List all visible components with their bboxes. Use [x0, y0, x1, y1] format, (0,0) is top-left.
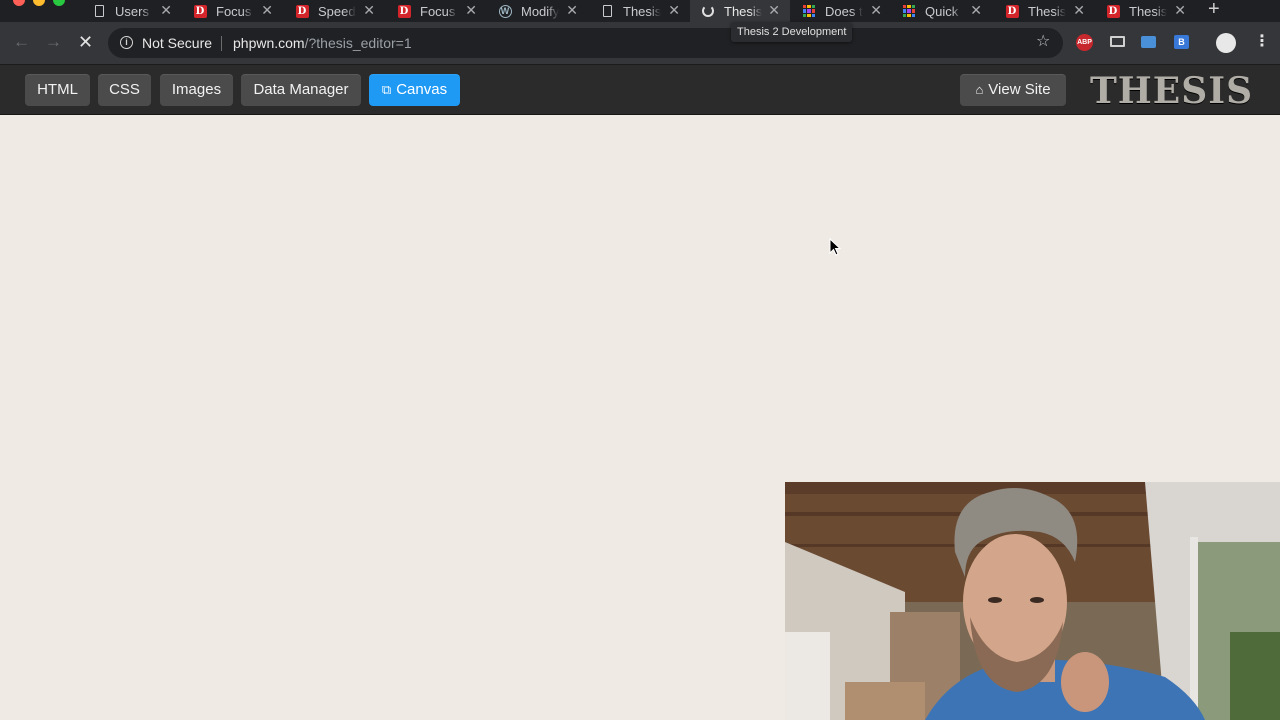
security-label[interactable]: Not Secure — [142, 35, 212, 51]
browser-tab-active[interactable]: Thesis ✕ — [690, 0, 790, 22]
tab-tooltip: Thesis 2 Development — [731, 22, 853, 42]
grid-app-icon — [802, 4, 816, 18]
close-tab-icon[interactable]: ✕ — [1174, 2, 1186, 19]
maximize-window-icon[interactable] — [53, 0, 65, 6]
browser-tab[interactable]: Does t ✕ — [802, 0, 882, 22]
html-button[interactable]: HTML — [25, 74, 90, 106]
external-window-icon: ⧉ — [381, 82, 392, 97]
close-tab-icon[interactable]: ✕ — [668, 2, 680, 19]
d-badge-icon: D — [1106, 4, 1120, 18]
button-label: CSS — [109, 81, 140, 98]
browser-tab[interactable]: D Focus ✕ — [193, 0, 273, 22]
view-site-button[interactable]: ⌂ View Site — [960, 74, 1066, 106]
url-path: /?thesis_editor=1 — [304, 35, 412, 51]
tab-label: Thesis — [1129, 3, 1167, 19]
close-tab-icon[interactable]: ✕ — [1073, 2, 1085, 19]
mouse-cursor-icon — [829, 238, 842, 256]
new-tab-button[interactable]: + — [1208, 0, 1220, 19]
forward-arrow-icon[interactable]: → — [45, 33, 62, 51]
tab-label: Speed — [318, 3, 356, 19]
close-tab-icon[interactable]: ✕ — [261, 2, 273, 19]
thesis-admin-bar: HTML CSS Images Data Manager ⧉ Canvas ⌂ Vi… — [0, 64, 1280, 115]
stop-loading-icon[interactable]: ✕ — [78, 32, 93, 52]
tab-label: Modify — [521, 3, 559, 19]
d-badge-icon: D — [295, 4, 309, 18]
address-bar[interactable]: i Not Secure phpwn.com/?thesis_editor=1 — [108, 28, 1063, 58]
document-icon — [92, 4, 106, 18]
close-tab-icon[interactable]: ✕ — [160, 2, 172, 19]
profile-avatar[interactable] — [1216, 33, 1236, 53]
thesis-logo[interactable]: THESIS — [1090, 72, 1253, 110]
url-text[interactable]: phpwn.com/?thesis_editor=1 — [233, 35, 412, 51]
close-tab-icon[interactable]: ✕ — [970, 2, 982, 19]
button-label: Images — [171, 81, 222, 98]
tab-label: Thesis — [623, 3, 661, 19]
camera-icon[interactable] — [1141, 36, 1156, 48]
tab-label: Focus — [216, 3, 252, 19]
button-label: HTML — [37, 81, 78, 98]
browser-tab[interactable]: Thesis ✕ — [600, 0, 680, 22]
close-tab-icon[interactable]: ✕ — [566, 2, 578, 19]
bookmark-star-icon[interactable]: ☆ — [1036, 33, 1050, 51]
browser-tab[interactable]: Users ✕ — [92, 0, 172, 22]
blue-extension-icon[interactable]: B — [1174, 35, 1189, 49]
menu-kebab-icon[interactable]: ⋮ — [1254, 32, 1270, 52]
browser-tab[interactable]: W Modify ✕ — [498, 0, 578, 22]
browser-tab[interactable]: D Thesis ✕ — [1106, 0, 1186, 22]
close-tab-icon[interactable]: ✕ — [363, 2, 375, 19]
document-icon — [600, 4, 614, 18]
d-badge-icon: D — [397, 4, 411, 18]
button-label: View Site — [988, 81, 1051, 98]
d-badge-icon: D — [193, 4, 207, 18]
d-badge-icon: D — [1005, 4, 1019, 18]
browser-tab[interactable]: D Thesis ✕ — [1005, 0, 1085, 22]
close-tab-icon[interactable]: ✕ — [768, 2, 780, 19]
tab-label: Users — [115, 3, 149, 19]
button-label: Canvas — [396, 81, 448, 98]
browser-tab[interactable]: D Speed ✕ — [295, 0, 375, 22]
info-icon[interactable]: i — [120, 36, 133, 49]
close-tab-icon[interactable]: ✕ — [870, 2, 882, 19]
monitor-icon[interactable] — [1110, 36, 1125, 47]
browser-tab[interactable]: D Focus ✕ — [397, 0, 477, 22]
tab-label: Thesis — [1028, 3, 1066, 19]
button-label: Data Manager — [253, 81, 349, 98]
wordpress-icon: W — [498, 4, 512, 18]
tab-label: Does t — [825, 3, 863, 19]
back-arrow-icon[interactable]: ← — [13, 33, 30, 51]
grid-app-icon — [902, 4, 916, 18]
webcam-video-overlay — [785, 482, 1280, 720]
css-button[interactable]: CSS — [98, 74, 151, 106]
tab-label: Quick — [925, 3, 959, 19]
webcam-feed-image — [785, 482, 1280, 720]
tab-label: Thesis — [724, 3, 762, 19]
url-host: phpwn.com — [233, 35, 305, 51]
canvas-button[interactable]: ⧉ Canvas — [369, 74, 460, 106]
abp-icon[interactable]: ABP — [1076, 34, 1093, 51]
loading-spinner-icon — [701, 4, 715, 18]
browser-tab-strip: Users ✕ D Focus ✕ D Speed ✕ D Focus ✕ W … — [0, 0, 1280, 22]
minimize-window-icon[interactable] — [33, 0, 45, 6]
close-tab-icon[interactable]: ✕ — [465, 2, 477, 19]
divider — [221, 36, 222, 51]
tab-label: Focus — [420, 3, 456, 19]
images-button[interactable]: Images — [160, 74, 233, 106]
close-window-icon[interactable] — [13, 0, 25, 6]
home-icon: ⌂ — [975, 82, 984, 97]
data-manager-button[interactable]: Data Manager — [241, 74, 361, 106]
browser-tab[interactable]: Quick ✕ — [902, 0, 982, 22]
